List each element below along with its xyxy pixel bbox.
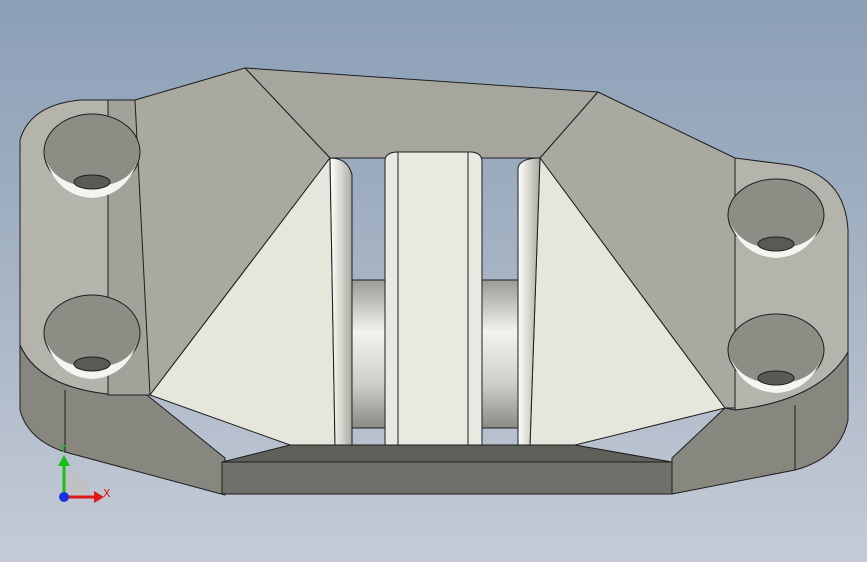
x-axis-label: X bbox=[103, 487, 111, 500]
z-axis-dot bbox=[59, 492, 69, 502]
y-axis-label: Y bbox=[59, 442, 67, 455]
base-plate-top-face bbox=[221, 444, 673, 463]
cad-3d-viewport[interactable]: Y X bbox=[0, 0, 867, 562]
bracket-part[interactable] bbox=[19, 67, 849, 496]
triad-arc bbox=[64, 470, 91, 497]
center-lug bbox=[384, 151, 483, 446]
base-plate-front-face bbox=[221, 461, 673, 495]
cad-model-view[interactable]: Y X bbox=[0, 0, 867, 562]
y-arrow-head-icon bbox=[58, 455, 70, 466]
